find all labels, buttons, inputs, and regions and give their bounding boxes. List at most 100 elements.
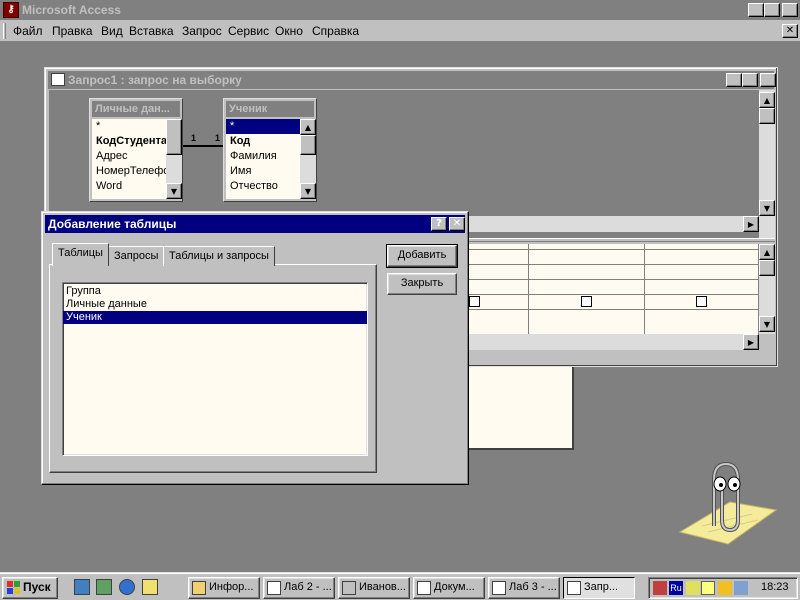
app-title: Microsoft Access [22, 3, 121, 17]
menu-help[interactable]: Справка [312, 24, 359, 38]
quicklaunch-browser-icon[interactable] [119, 579, 135, 595]
grid-column[interactable] [529, 244, 645, 334]
scroll-right-arrow-icon[interactable]: ▶ [743, 334, 759, 350]
field-list-personal[interactable]: Личные дан... * КодСтудента Адрес НомерТ… [89, 98, 183, 202]
menu-query[interactable]: Запрос [182, 24, 222, 38]
menu-file[interactable]: Файл [13, 24, 43, 38]
field-item[interactable]: Отчество [226, 179, 300, 194]
show-checkbox[interactable] [696, 296, 707, 307]
quicklaunch-notes-icon[interactable] [142, 579, 158, 595]
scroll-down-arrow-icon[interactable]: ▼ [759, 200, 775, 216]
field-item[interactable]: * [92, 119, 166, 134]
task-ivanov[interactable]: Иванов... [338, 577, 410, 599]
field-list-title[interactable]: Ученик [226, 101, 314, 117]
language-indicator[interactable]: Ru [669, 581, 683, 595]
scroll-thumb[interactable] [759, 260, 775, 276]
list-item[interactable]: Личные данные [63, 298, 367, 311]
scroll-up-arrow-icon[interactable]: ▲ [759, 244, 775, 260]
query-window-icon [567, 581, 581, 595]
task-lab2[interactable]: Лаб 2 - ... [263, 577, 335, 599]
table-list[interactable]: Группа Личные данные Ученик [62, 282, 368, 456]
show-checkbox[interactable] [581, 296, 592, 307]
field-item[interactable]: КодСтудента [92, 134, 166, 149]
scroll-down-arrow-icon[interactable]: ▼ [166, 183, 182, 199]
volume-icon[interactable] [701, 581, 715, 595]
scroll-down-arrow-icon[interactable]: ▼ [300, 183, 316, 199]
quicklaunch-network-icon[interactable] [74, 579, 90, 595]
scroll-right-arrow-icon[interactable]: ▶ [743, 216, 759, 232]
scroll-up-arrow-icon[interactable]: ▲ [759, 92, 775, 108]
tray-app-icon-2[interactable] [686, 581, 700, 595]
task-info[interactable]: Инфор... [188, 577, 260, 599]
tab-queries[interactable]: Запросы [108, 246, 165, 266]
table-pane-vscroll[interactable]: ▲ ▼ [759, 90, 775, 238]
tab-tables[interactable]: Таблицы [52, 243, 109, 266]
field-item[interactable]: Word [92, 179, 166, 194]
office-assistant-clippy[interactable] [672, 450, 782, 550]
query-minimize-button[interactable]: _ [726, 73, 742, 87]
grid-vscroll[interactable]: ▲ ▼ [759, 244, 775, 334]
query-title: Запрос1 : запрос на выборку [68, 73, 242, 87]
menu-view[interactable]: Вид [101, 24, 123, 38]
query-title-bar: Запрос1 : запрос на выборку _ □ ✕ [48, 71, 776, 89]
tab-tables-and-queries[interactable]: Таблицы и запросы [163, 246, 275, 266]
close-button[interactable]: ✕ [782, 3, 798, 17]
tray-app-icon-3[interactable] [718, 581, 732, 595]
clock[interactable]: 18:23 [761, 581, 789, 593]
field-item[interactable]: НомерТелефо [92, 164, 166, 179]
field-item[interactable]: Имя [226, 164, 300, 179]
field-list-title[interactable]: Личные дан... [92, 101, 180, 117]
folder-icon [192, 581, 206, 595]
field-item[interactable]: * [226, 119, 300, 134]
list-item[interactable]: Группа [63, 285, 367, 298]
word-document-icon [492, 581, 506, 595]
minimize-button[interactable]: _ [748, 3, 764, 17]
menu-close-button[interactable]: ✕ [782, 24, 798, 38]
menu-insert[interactable]: Вставка [129, 24, 174, 38]
list-item-selected[interactable]: Ученик [63, 311, 367, 324]
menu-tools[interactable]: Сервис [228, 24, 269, 38]
task-document[interactable]: Докум... [413, 577, 485, 599]
scroll-up-arrow-icon[interactable]: ▲ [300, 119, 316, 135]
query-maximize-button[interactable]: □ [742, 73, 758, 87]
field-list-scrollbar[interactable]: ▲ ▼ [300, 119, 316, 199]
add-button[interactable]: Добавить [386, 244, 458, 268]
menu-grip[interactable] [3, 23, 6, 39]
field-item[interactable]: Код [226, 134, 300, 149]
field-list-student[interactable]: Ученик * Код Фамилия Имя Отчество ▲ ▼ [223, 98, 317, 202]
taskbar: Пуск Инфор... Лаб 2 - ... Иванов... Доку… [0, 572, 800, 600]
field-item[interactable]: Адрес [92, 149, 166, 164]
start-button[interactable]: Пуск [2, 577, 58, 599]
scroll-thumb[interactable] [300, 135, 316, 155]
restore-button[interactable]: ▫ [764, 3, 780, 17]
scroll-down-arrow-icon[interactable]: ▼ [759, 316, 775, 332]
task-lab3[interactable]: Лаб 3 - ... [488, 577, 560, 599]
field-list-body[interactable]: * Код Фамилия Имя Отчество [226, 119, 300, 199]
field-item[interactable]: Фамилия [226, 149, 300, 164]
menu-bar: Файл Правка Вид Вставка Запрос Сервис Ок… [0, 20, 800, 42]
query-close-button[interactable]: ✕ [760, 73, 776, 87]
app-window-icon [342, 581, 356, 595]
grid-column[interactable] [645, 244, 759, 334]
quicklaunch-refresh-icon[interactable] [96, 579, 112, 595]
field-list-body[interactable]: * КодСтудента Адрес НомерТелефо Word [92, 119, 166, 199]
scroll-thumb[interactable] [759, 108, 775, 124]
tray-app-icon-4[interactable] [734, 581, 748, 595]
tray-app-icon[interactable] [653, 581, 667, 595]
relationship-line[interactable] [183, 145, 225, 147]
task-query-active[interactable]: Запр... [563, 577, 635, 599]
scroll-thumb[interactable] [166, 119, 182, 155]
task-label: Докум... [434, 581, 475, 593]
task-label: Лаб 3 - ... [509, 581, 557, 593]
relationship-one-right: 1 [215, 133, 221, 143]
access-key-icon: ⚷ [3, 2, 19, 18]
system-tray: Ru 18:23 [648, 577, 798, 599]
dialog-close-button[interactable]: ✕ [449, 217, 465, 231]
menu-edit[interactable]: Правка [52, 24, 93, 38]
help-button[interactable]: ? [431, 217, 447, 231]
show-checkbox[interactable] [469, 296, 480, 307]
task-label: Иванов... [359, 581, 406, 593]
close-dialog-button[interactable]: Закрыть [387, 273, 457, 295]
field-list-scrollbar[interactable]: ▼ [166, 119, 182, 199]
menu-window[interactable]: Окно [275, 24, 303, 38]
